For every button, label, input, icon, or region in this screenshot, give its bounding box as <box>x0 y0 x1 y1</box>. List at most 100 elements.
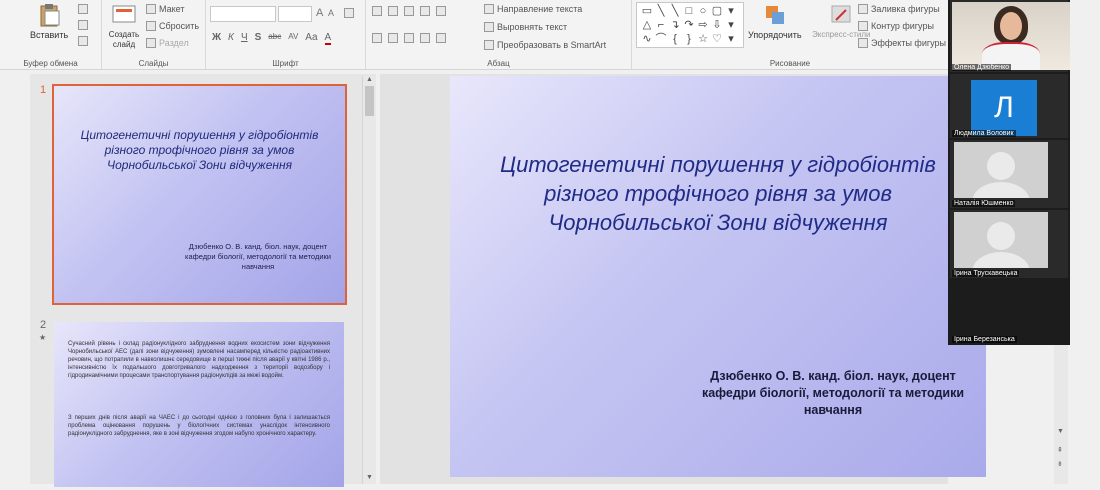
reset-button[interactable]: Сбросить <box>146 21 199 31</box>
new-slide-button[interactable]: Создать слайд <box>106 2 142 50</box>
avatar-body <box>972 252 1030 268</box>
slide-author[interactable]: Дзюбенко О. В. канд. біол. наук, доцент … <box>698 368 968 419</box>
format-painter-icon[interactable] <box>78 36 88 46</box>
section-label: Раздел <box>159 38 189 48</box>
oval-shape-icon[interactable]: ○ <box>696 4 710 18</box>
scroll-up-icon[interactable]: ▲ <box>366 76 373 83</box>
layout-button[interactable]: Макет <box>146 4 184 14</box>
clipboard-group: Вставить Буфер обмена <box>0 0 102 70</box>
thumbnails-scrollbar[interactable]: ▲ ▼ <box>362 76 376 484</box>
justify-icon[interactable] <box>420 33 430 43</box>
layout-icon <box>146 4 156 14</box>
participant-tile-2[interactable]: Л Людмила Воловик <box>950 74 1068 138</box>
drawing-group-label: Рисование <box>769 59 811 68</box>
line-shape-icon[interactable]: ╲ <box>654 4 668 18</box>
slides-group: Создать слайд Макет Сбросить Раздел Слай… <box>102 0 206 70</box>
font-name-combo[interactable] <box>210 6 276 22</box>
shape-fill-button[interactable]: Заливка фигуры <box>858 4 940 14</box>
expand-gallery-icon[interactable]: ▾ <box>724 32 738 46</box>
text-direction-button[interactable]: Направление текста <box>484 4 582 14</box>
copy-icon[interactable] <box>78 20 88 30</box>
grow-font-button[interactable]: A <box>316 7 323 19</box>
smartart-label: Преобразовать в SmartArt <box>497 40 607 50</box>
triangle-shape-icon[interactable]: △ <box>640 18 654 32</box>
powerpoint-window: Вставить Буфер обмена Создать слайд Маке… <box>0 0 1100 490</box>
down-arrow-shape-icon[interactable]: ⇩ <box>710 18 724 32</box>
font-group-label: Шрифт <box>272 59 299 68</box>
arrow-shape-icon[interactable]: ⇨ <box>696 18 710 32</box>
paste-icon <box>40 4 60 27</box>
participant-tile-1[interactable]: Олена Дзюбенко <box>950 0 1070 72</box>
font-color-button[interactable]: A <box>324 32 332 45</box>
thumb1-author: Дзюбенко О. В. канд. біол. наук, доцент … <box>185 242 331 271</box>
current-slide[interactable]: Цитогенетичні порушення у гідробіонтів р… <box>450 76 986 477</box>
slide-title[interactable]: Цитогенетичні порушення у гідробіонтів р… <box>450 150 986 237</box>
next-slide-icon[interactable]: ⇟ <box>1057 460 1063 468</box>
curve-shape-icon[interactable]: ↷ <box>682 18 696 32</box>
align-center-icon[interactable] <box>388 33 398 43</box>
decrease-indent-icon[interactable] <box>404 6 414 16</box>
line-spacing-icon[interactable] <box>436 6 446 16</box>
shrink-font-button[interactable]: A <box>328 8 334 18</box>
slides-group-label: Слайды <box>138 59 169 68</box>
smartart-button[interactable]: Преобразовать в SmartArt <box>484 40 606 50</box>
cut-icon[interactable] <box>78 4 88 14</box>
italic-button[interactable]: К <box>228 32 234 45</box>
list-buttons <box>372 6 446 16</box>
font-size-combo[interactable] <box>278 6 312 22</box>
transition-star-icon: ★ <box>39 333 47 342</box>
scroll-shape-icon[interactable]: ▾ <box>724 18 738 32</box>
prev-slide-icon[interactable]: ⇞ <box>1057 446 1063 454</box>
align-left-icon[interactable] <box>372 33 382 43</box>
participant-tile-5[interactable]: Ірина Березанська <box>950 280 1068 344</box>
connector-shape-icon[interactable]: ⌐ <box>654 18 668 32</box>
more-shapes-icon[interactable]: ▾ <box>724 4 738 18</box>
shape-effects-button[interactable]: Эффекты фигуры <box>858 38 946 48</box>
strikethrough-button[interactable]: abc <box>268 32 281 45</box>
shapes-gallery[interactable]: ▭ ╲ ╲ □ ○ ▢ ▾ △ ⌐ ↴ ↷ ⇨ ⇩ ▾ ∿ ⌒{} ☆ ♡ ▾ <box>636 2 744 48</box>
bullets-icon[interactable] <box>372 6 382 16</box>
video-call-panel: Олена Дзюбенко Л Людмила Воловик Наталія… <box>948 0 1070 345</box>
wave-shape-icon[interactable]: ⌒ <box>654 32 668 46</box>
align-right-icon[interactable] <box>404 33 414 43</box>
paste-button[interactable]: Вставить <box>30 2 68 40</box>
editor-scroll-down-icon[interactable]: ▼ <box>1057 428 1064 435</box>
arrange-icon <box>765 6 784 24</box>
rect-shape-icon[interactable]: □ <box>682 4 696 18</box>
participant-tile-4[interactable]: Ірина Трускавецька <box>950 210 1068 278</box>
heart-shape-icon[interactable]: ♡ <box>710 32 724 46</box>
numbering-icon[interactable] <box>388 6 398 16</box>
text-direction-label: Направление текста <box>497 4 583 14</box>
slide-thumbnail-2[interactable]: Сучасний рівень і склад радіонуклідного … <box>54 322 344 487</box>
clipboard-group-label: Буфер обмена <box>23 59 78 68</box>
columns-icon[interactable] <box>436 33 446 43</box>
slide-thumbnail-1[interactable]: Цитогенетичні порушення у гідробіонтів р… <box>52 84 347 305</box>
roundrect-shape-icon[interactable]: ▢ <box>710 4 724 18</box>
smartart-icon <box>484 40 494 50</box>
bold-button[interactable]: Ж <box>212 32 221 45</box>
align-text-button[interactable]: Выровнять текст <box>484 22 567 32</box>
line2-shape-icon[interactable]: ╲ <box>668 4 682 18</box>
slide-number-1: 1 <box>40 84 47 96</box>
bracket-shape-icon[interactable]: { <box>668 32 682 46</box>
increase-indent-icon[interactable] <box>420 6 430 16</box>
shape-outline-button[interactable]: Контур фигуры <box>858 21 934 31</box>
underline-button[interactable]: Ч <box>241 32 248 45</box>
new-slide-label: Создать слайд <box>108 30 140 49</box>
section-button[interactable]: Раздел <box>146 38 189 48</box>
arrange-button[interactable]: Упорядочить <box>748 2 802 40</box>
textbox-shape-icon[interactable]: ▭ <box>640 4 654 18</box>
scroll-down-icon[interactable]: ▼ <box>366 474 373 481</box>
thumbnails-scroll-thumb[interactable] <box>365 86 374 116</box>
brace-shape-icon[interactable]: } <box>682 32 696 46</box>
face-shape <box>1000 12 1022 40</box>
shadow-button[interactable]: S <box>255 32 262 45</box>
change-case-button[interactable]: Aa <box>305 32 317 45</box>
elbow-shape-icon[interactable]: ↴ <box>668 18 682 32</box>
freeform-shape-icon[interactable]: ∿ <box>640 32 654 46</box>
participant-tile-3[interactable]: Наталія Юшменко <box>950 140 1068 208</box>
clear-format-icon[interactable] <box>344 8 354 18</box>
star-shape-icon[interactable]: ☆ <box>696 32 710 46</box>
char-spacing-button[interactable]: AV <box>288 32 298 45</box>
paragraph-group-label: Абзац <box>487 59 510 68</box>
